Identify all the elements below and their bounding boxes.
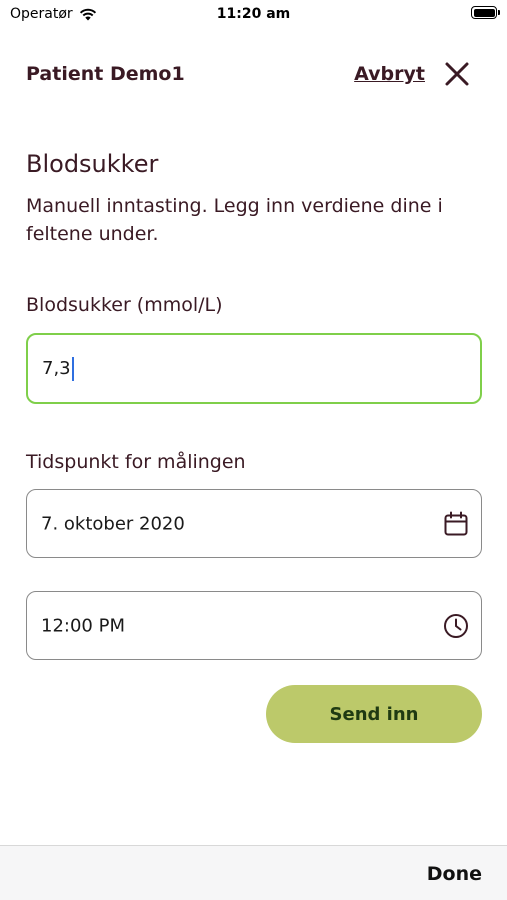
cancel-link[interactable]: Avbryt <box>354 63 425 85</box>
done-button[interactable]: Done <box>427 863 482 885</box>
clock-time: 11:20 am <box>216 6 291 22</box>
clock-icon[interactable] <box>443 613 469 639</box>
keyboard-toolbar: Done <box>0 845 507 900</box>
close-icon[interactable] <box>443 60 471 88</box>
date-field[interactable]: 7. oktober 2020 <box>26 489 482 558</box>
page-title: Blodsukker <box>26 150 159 178</box>
date-value: 7. oktober 2020 <box>41 513 185 534</box>
time-value: 12:00 PM <box>41 615 125 636</box>
time-field[interactable]: 12:00 PM <box>26 591 482 660</box>
status-bar: Operatør 11:20 am <box>0 0 507 28</box>
header-bar: Patient Demo1 Avbryt <box>26 56 481 92</box>
submit-button[interactable]: Send inn <box>266 685 482 743</box>
patient-name: Patient Demo1 <box>26 63 185 85</box>
glucose-value-text: 7,3 <box>42 358 71 379</box>
page-description: Manuell inntasting. Legg inn verdiene di… <box>26 195 443 245</box>
glucose-label: Blodsukker (mmol/L) <box>26 294 223 316</box>
battery-icon <box>471 6 500 19</box>
time-label: Tidspunkt for målingen <box>26 451 246 473</box>
calendar-icon[interactable] <box>443 511 469 537</box>
text-caret <box>71 356 74 381</box>
glucose-input[interactable]: 7,3 <box>26 333 482 404</box>
glucose-value: 7,3 <box>42 356 74 381</box>
